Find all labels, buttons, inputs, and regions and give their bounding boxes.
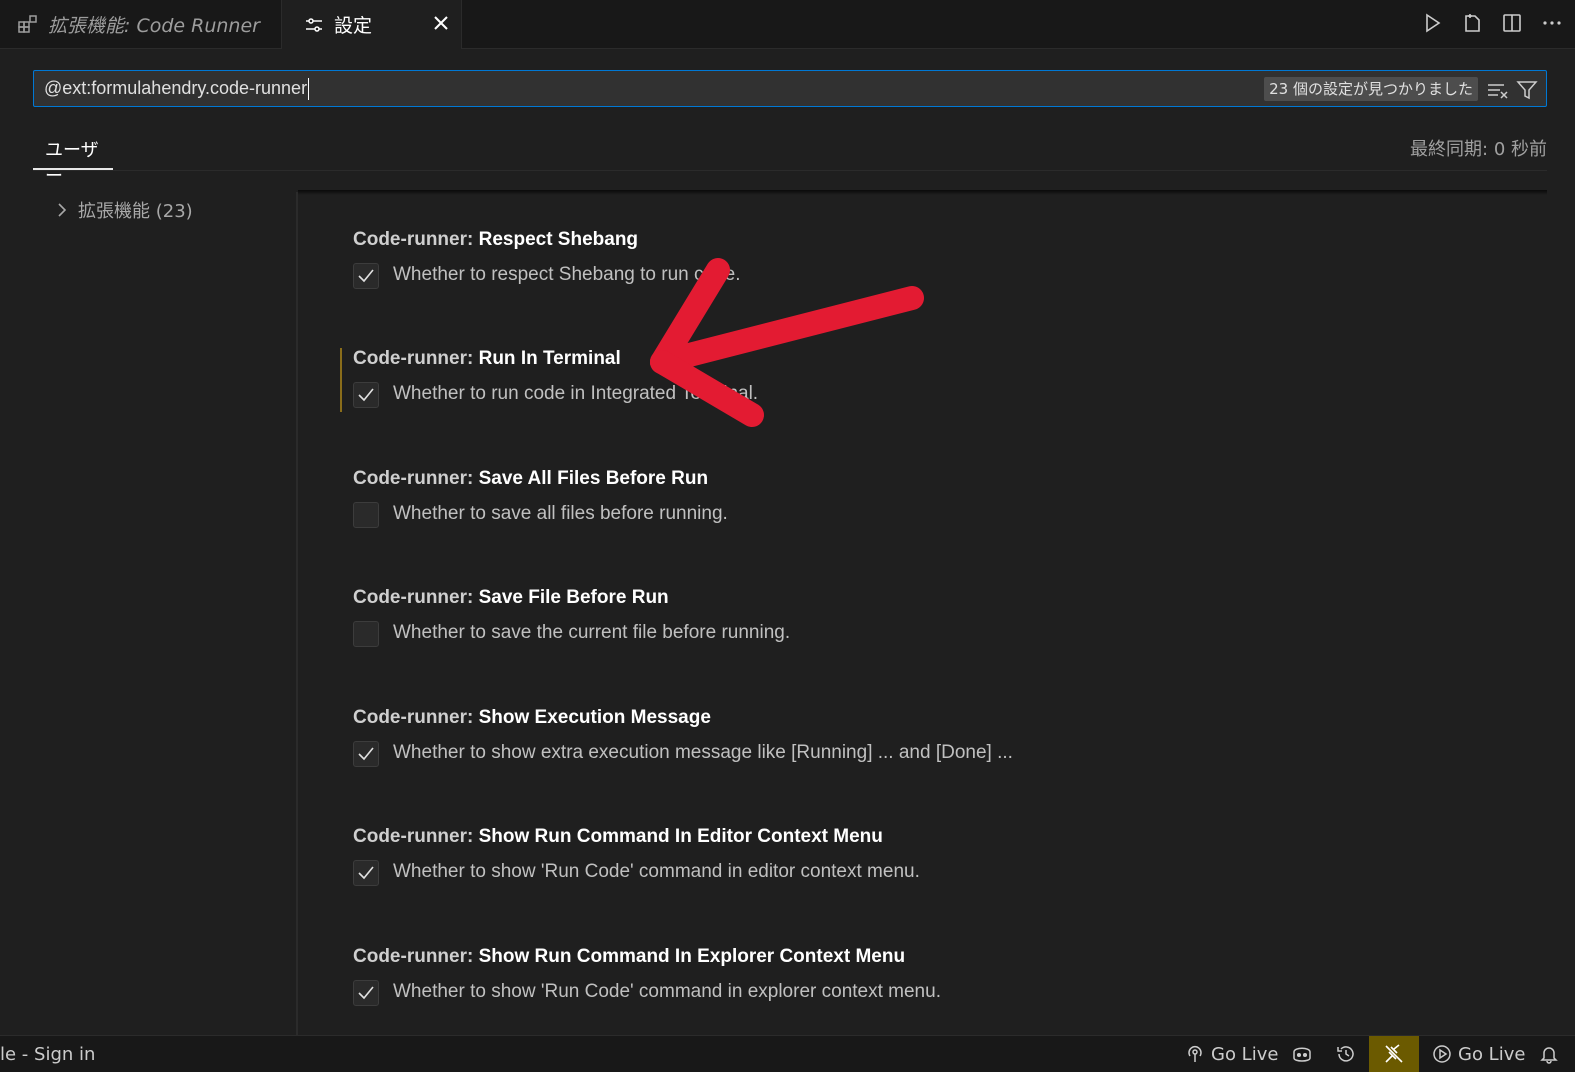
more-icon[interactable] [1539,10,1565,36]
search-value: @ext:formulahendry.code-runner [44,78,310,101]
setting-save-file-before-run: Code-runner: Save File Before Run Whethe… [340,587,1440,657]
setting-respect-shebang: Code-runner: Respect Shebang Whether to … [340,229,1440,299]
setting-name: Show Run Command In Editor Context Menu [478,826,883,847]
check-icon [358,269,374,283]
tab-label: 拡張機能: Code Runner [48,14,260,37]
setting-category: Code-runner: [353,826,479,847]
run-icon[interactable] [1419,10,1445,36]
setting-description: Whether to respect Shebang to run code. [393,264,741,285]
copilot-icon[interactable] [1290,1036,1314,1072]
tab-extension-code-runner[interactable]: 拡張機能: Code Runner [0,0,282,48]
extensions-icon [16,12,40,36]
status-go-live-2[interactable]: Go Live [1432,1036,1525,1072]
setting-description: Whether to show extra execution message … [393,742,1013,763]
go-live-label: Go Live [1211,1043,1279,1065]
setting-description: Whether to show 'Run Code' command in ed… [393,861,920,882]
setting-checkbox[interactable] [353,980,379,1006]
check-icon [358,747,374,761]
setting-checkbox[interactable] [353,741,379,767]
settings-sliders-icon [302,13,326,37]
setting-description: Whether to save the current file before … [393,622,791,643]
setting-description: Whether to show 'Run Code' command in ex… [393,981,941,1002]
setting-category: Code-runner: [353,587,479,608]
chevron-right-icon [52,200,72,220]
setting-checkbox[interactable] [353,860,379,886]
setting-category: Code-runner: [353,707,479,728]
split-editor-icon[interactable] [1499,10,1525,36]
modified-indicator [340,348,342,412]
status-bar: le - Sign in Go Live Go Live [0,1035,1575,1072]
setting-show-run-command-in-editor-context-menu: Code-runner: Show Run Command In Editor … [340,826,1440,896]
pin-off-icon[interactable] [1369,1036,1419,1072]
close-icon[interactable] [428,10,454,36]
setting-run-in-terminal: Code-runner: Run In Terminal Whether to … [340,348,1440,418]
toc-item-extensions[interactable]: 拡張機能 (23) [52,197,193,223]
setting-save-all-files-before-run: Code-runner: Save All Files Before Run W… [340,468,1440,538]
setting-name: Run In Terminal [478,348,621,369]
setting-description: Whether to save all files before running… [393,503,728,524]
setting-name: Save File Before Run [478,587,669,608]
setting-name: Save All Files Before Run [478,468,709,489]
setting-name: Show Run Command In Explorer Context Men… [478,946,906,967]
settings-search-input[interactable]: @ext:formulahendry.code-runner 23 個の設定が見… [33,70,1547,107]
open-json-icon[interactable] [1459,10,1485,36]
check-icon [358,866,374,880]
setting-show-run-command-in-explorer-context-menu: Code-runner: Show Run Command In Explore… [340,946,1440,1016]
editor-tab-bar: 拡張機能: Code Runner 設定 [0,0,1575,49]
go-live-label: Go Live [1458,1043,1526,1065]
filter-icon[interactable] [1514,77,1540,103]
status-account[interactable]: le - Sign in [0,1036,95,1072]
notifications-bell-icon[interactable] [1539,1036,1559,1072]
setting-checkbox[interactable] [353,621,379,647]
check-icon [358,986,374,1000]
status-go-live[interactable]: Go Live [1185,1036,1278,1072]
setting-category: Code-runner: [353,946,479,967]
setting-name: Respect Shebang [478,229,639,250]
results-count-badge: 23 個の設定が見つかりました [1264,77,1478,101]
setting-checkbox[interactable] [353,263,379,289]
toc-item-label: 拡張機能 (23) [78,201,193,222]
setting-category: Code-runner: [353,468,479,489]
tab-label: 設定 [334,15,373,37]
history-icon[interactable] [1335,1036,1357,1072]
setting-name: Show Execution Message [478,707,711,728]
editor-actions [1419,10,1565,36]
sash-divider[interactable] [296,192,298,1035]
scroll-shadow [298,190,1547,195]
check-icon [358,388,374,402]
tab-user-settings[interactable]: ユーザー [33,128,113,187]
setting-category: Code-runner: [353,229,479,250]
setting-show-execution-message: Code-runner: Show Execution Message Whet… [340,707,1440,777]
setting-checkbox[interactable] [353,382,379,408]
broadcast-icon [1188,1046,1202,1062]
last-sync-status: 最終同期: 0 秒前 [1410,139,1547,160]
setting-checkbox[interactable] [353,502,379,528]
scope-divider [33,170,1547,171]
settings-toc: 拡張機能 (23) [0,192,296,1035]
clear-filter-icon[interactable] [1484,77,1510,103]
play-circle-icon [1433,1045,1451,1063]
setting-category: Code-runner: [353,348,479,369]
setting-description: Whether to run code in Integrated Termin… [393,383,759,404]
